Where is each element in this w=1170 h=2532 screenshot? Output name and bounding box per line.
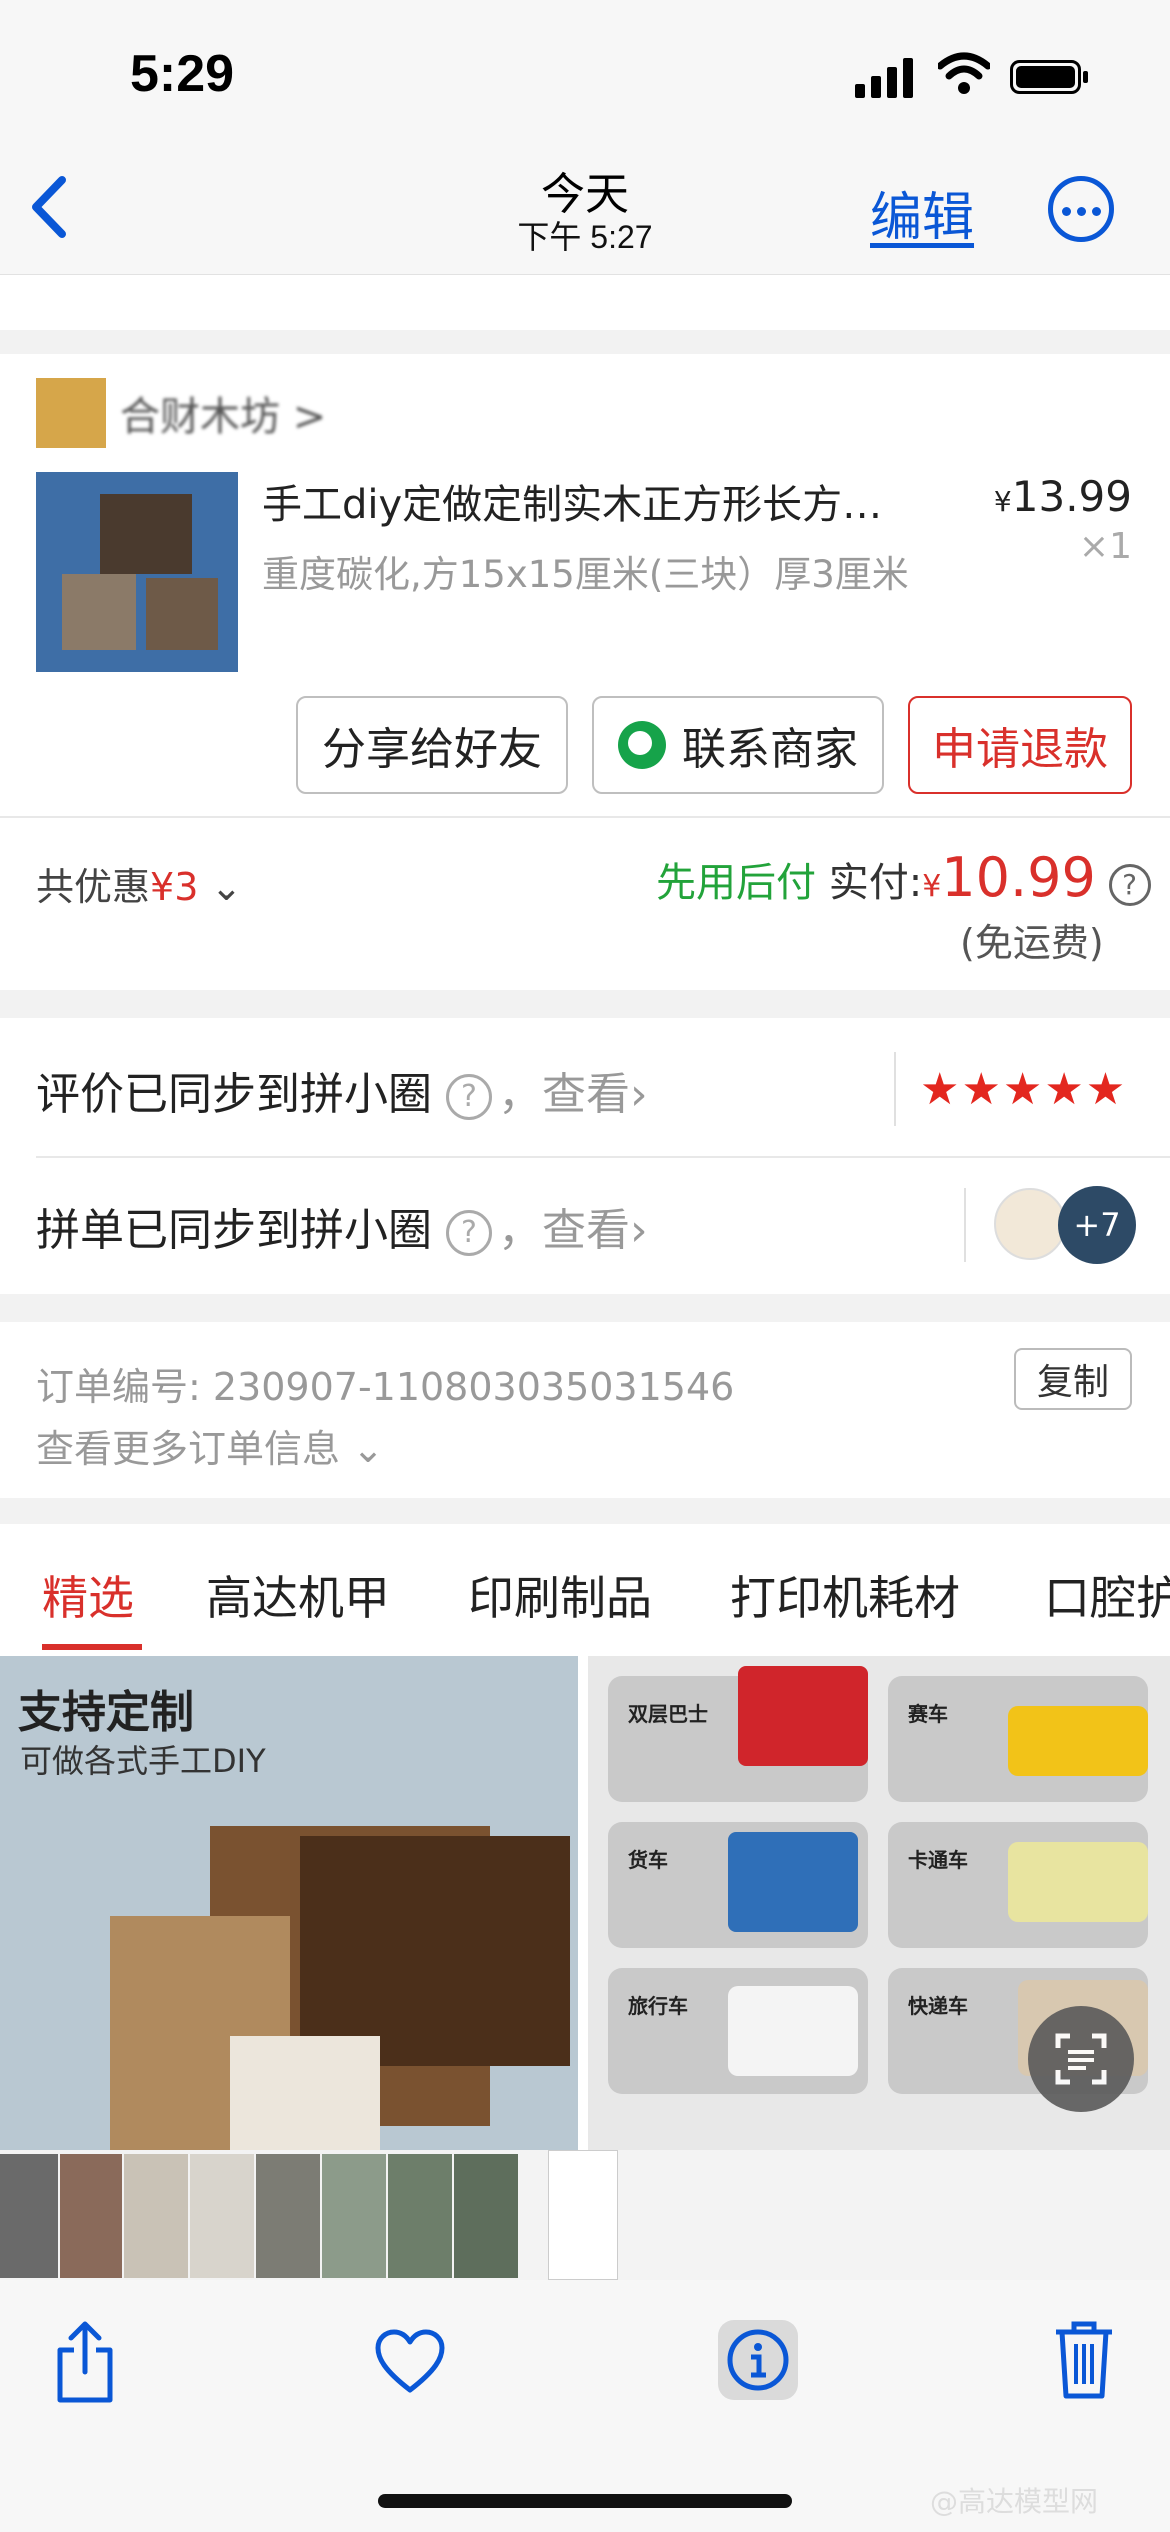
scan-text-icon[interactable] [1028,2006,1134,2112]
photo-thumbnail[interactable] [322,2154,386,2278]
status-time: 5:29 [130,45,235,103]
review-sync-row[interactable]: 评价已同步到拼小圈? ，查看› [36,1058,648,1122]
chevron-right-icon: › [630,1205,648,1256]
shop-name[interactable]: 合财木坊 > [120,384,326,442]
favorite-heart-icon[interactable] [374,2328,446,2394]
trash-icon[interactable] [1052,2318,1116,2400]
product-price: ¥13.99 [993,472,1132,521]
share-button[interactable]: 分享给好友 [296,696,568,794]
product-spec: 重度碳化,方15x15厘米(三块）厚3厘米 [262,553,909,596]
product-quantity: ×1 [1078,526,1132,567]
photo-thumbnail-current[interactable] [548,2150,618,2280]
divider [964,1188,966,1262]
copy-button[interactable]: 复制 [1014,1348,1132,1410]
discount-summary[interactable]: 共优惠¥3 ⌄ [36,856,242,911]
chevron-down-icon: ⌄ [210,865,243,909]
section-divider [0,990,1170,1018]
battery-icon [1010,60,1088,94]
tab-printing[interactable]: 印刷制品 [468,1562,652,1628]
tab-featured[interactable]: 精选 [42,1562,134,1628]
tab-printer-supplies[interactable]: 打印机耗材 [730,1562,960,1628]
help-icon[interactable]: ? [1108,864,1151,906]
section-divider [0,1498,1170,1524]
refund-button[interactable]: 申请退款 [908,696,1132,794]
divider [894,1052,896,1126]
photo-thumbnail[interactable] [190,2154,254,2278]
chevron-down-icon: ⌄ [352,1427,384,1471]
group-sync-row[interactable]: 拼单已同步到拼小圈? ，查看› [36,1194,648,1258]
photo-thumbnail[interactable] [60,2154,122,2278]
product-thumbnail[interactable] [36,472,238,672]
info-button[interactable] [718,2320,798,2400]
section-divider [0,330,1170,354]
photo-thumbnail[interactable] [388,2154,452,2278]
paid-amount: 先用后付 实付:¥10.99 ? [656,846,1151,909]
photo-thumbnail[interactable] [454,2154,518,2278]
photo-thumbnail[interactable] [124,2154,188,2278]
shipping-note: (免运费) [960,921,1104,965]
divider [36,1156,1170,1158]
rating-stars: ★★★★★ [920,1064,1128,1115]
chevron-right-icon: › [630,1069,648,1120]
back-chevron-icon[interactable] [24,172,74,242]
watermark: @高达模型网 [930,2485,1099,2518]
help-icon[interactable]: ? [446,1074,492,1120]
cellular-signal-icon [855,58,913,98]
shop-logo [36,378,106,448]
help-icon[interactable]: ? [446,1210,492,1256]
product-headline: 支持定制 [18,1687,194,1738]
info-icon [727,2329,789,2391]
previous-section-sliver [0,276,1170,316]
home-indicator[interactable] [378,2494,792,2508]
section-divider [0,1294,1170,1322]
product-card[interactable]: 支持定制 可做各式手工DIY [0,1656,578,2150]
contact-merchant-button[interactable]: 联系商家 [592,696,884,794]
active-tab-indicator [42,1644,142,1650]
share-icon[interactable] [52,2320,118,2404]
tab-gundam[interactable]: 高达机甲 [206,1562,390,1628]
wifi-icon [938,52,990,94]
photo-thumbnail[interactable] [256,2154,320,2278]
more-options-icon[interactable] [1048,176,1114,242]
order-number: 订单编号: 230907-110803035031546 [36,1365,735,1409]
nav-subtitle: 下午 5:27 [517,219,653,255]
edit-button[interactable]: 编辑 [870,175,974,250]
avatar-more-count[interactable]: +7 [1058,1186,1136,1264]
product-title[interactable]: 手工diy定做定制实木正方形长方… [262,472,942,530]
avatar [994,1188,1066,1260]
tab-oral-care[interactable]: 口腔护 [1044,1562,1170,1628]
chat-icon [618,721,666,769]
divider [0,816,1170,818]
product-subheadline: 可做各式手工DIY [20,1742,266,1780]
photo-thumbnail[interactable] [0,2154,58,2278]
more-order-info[interactable]: 查看更多订单信息 ⌄ [36,1418,384,1473]
